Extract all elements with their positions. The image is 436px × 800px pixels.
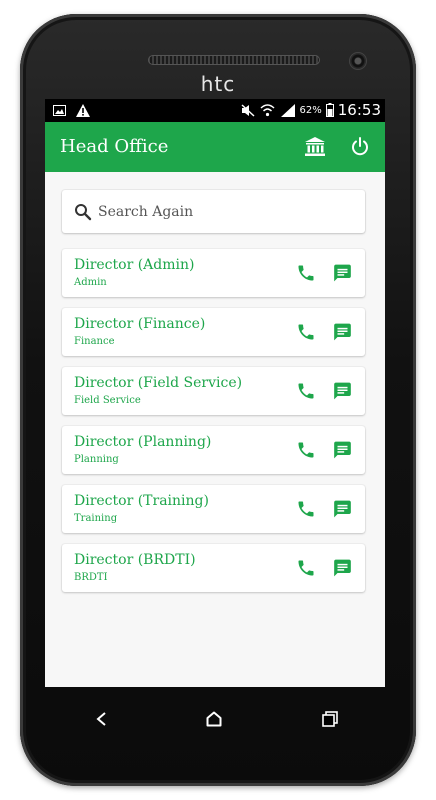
contact-subtitle: Planning xyxy=(74,454,119,465)
wifi-icon xyxy=(260,103,276,118)
back-icon[interactable] xyxy=(88,706,114,732)
status-bar: 62% 16:53 xyxy=(45,99,385,122)
image-icon xyxy=(51,103,67,118)
search-input[interactable] xyxy=(96,199,360,225)
contact-card[interactable]: Director (Finance) Finance xyxy=(62,308,365,356)
contact-title: Director (Finance) xyxy=(74,316,206,332)
contact-title: Director (Training) xyxy=(74,493,209,509)
earpiece-speaker xyxy=(148,55,320,65)
search-box[interactable] xyxy=(62,190,365,233)
signal-icon xyxy=(280,103,296,118)
battery-percent: 62% xyxy=(299,104,322,116)
contact-subtitle: BRDTI xyxy=(74,572,108,583)
contact-card[interactable]: Director (Field Service) Field Service xyxy=(62,367,365,415)
front-camera xyxy=(350,53,366,69)
brand-logo: htc xyxy=(200,72,236,96)
contact-title: Director (BRDTI) xyxy=(74,552,196,568)
phone-icon[interactable] xyxy=(296,499,316,519)
power-icon[interactable] xyxy=(348,135,372,159)
screen: 62% 16:53 Head Office Search Again Direc… xyxy=(45,99,385,687)
phone-icon[interactable] xyxy=(296,263,316,283)
message-icon[interactable] xyxy=(332,499,353,519)
app-bar: Head Office xyxy=(45,122,385,172)
mute-icon xyxy=(240,103,256,118)
message-icon[interactable] xyxy=(332,440,353,460)
contact-subtitle: Training xyxy=(74,513,118,524)
contact-card[interactable]: Director (Training) Training xyxy=(62,485,365,533)
status-clock: 16:53 xyxy=(337,101,381,119)
search-icon xyxy=(74,203,92,221)
contact-subtitle: Admin xyxy=(74,277,107,288)
message-icon[interactable] xyxy=(332,322,353,342)
contact-list: Director (Admin) Admin Director (Finance) F… xyxy=(62,249,365,603)
contact-subtitle: Finance xyxy=(74,336,115,347)
battery-icon xyxy=(325,103,334,118)
bank-icon[interactable] xyxy=(303,135,327,159)
home-icon[interactable] xyxy=(201,706,227,732)
warning-icon xyxy=(75,103,91,118)
recents-icon[interactable] xyxy=(317,706,343,732)
phone-icon[interactable] xyxy=(296,381,316,401)
phone-icon[interactable] xyxy=(296,322,316,342)
nav-bar xyxy=(0,690,436,750)
contact-card[interactable]: Director (BRDTI) BRDTI xyxy=(62,544,365,592)
contact-title: Director (Admin) xyxy=(74,257,195,273)
contact-card[interactable]: Director (Planning) Planning xyxy=(62,426,365,474)
contact-subtitle: Field Service xyxy=(74,395,141,406)
contact-title: Director (Field Service) xyxy=(74,375,243,391)
contact-card[interactable]: Director (Admin) Admin xyxy=(62,249,365,297)
phone-icon[interactable] xyxy=(296,558,316,578)
phone-icon[interactable] xyxy=(296,440,316,460)
contact-title: Director (Planning) xyxy=(74,434,212,450)
message-icon[interactable] xyxy=(332,381,353,401)
message-icon[interactable] xyxy=(332,558,353,578)
page-title: Head Office xyxy=(60,136,169,157)
message-icon[interactable] xyxy=(332,263,353,283)
